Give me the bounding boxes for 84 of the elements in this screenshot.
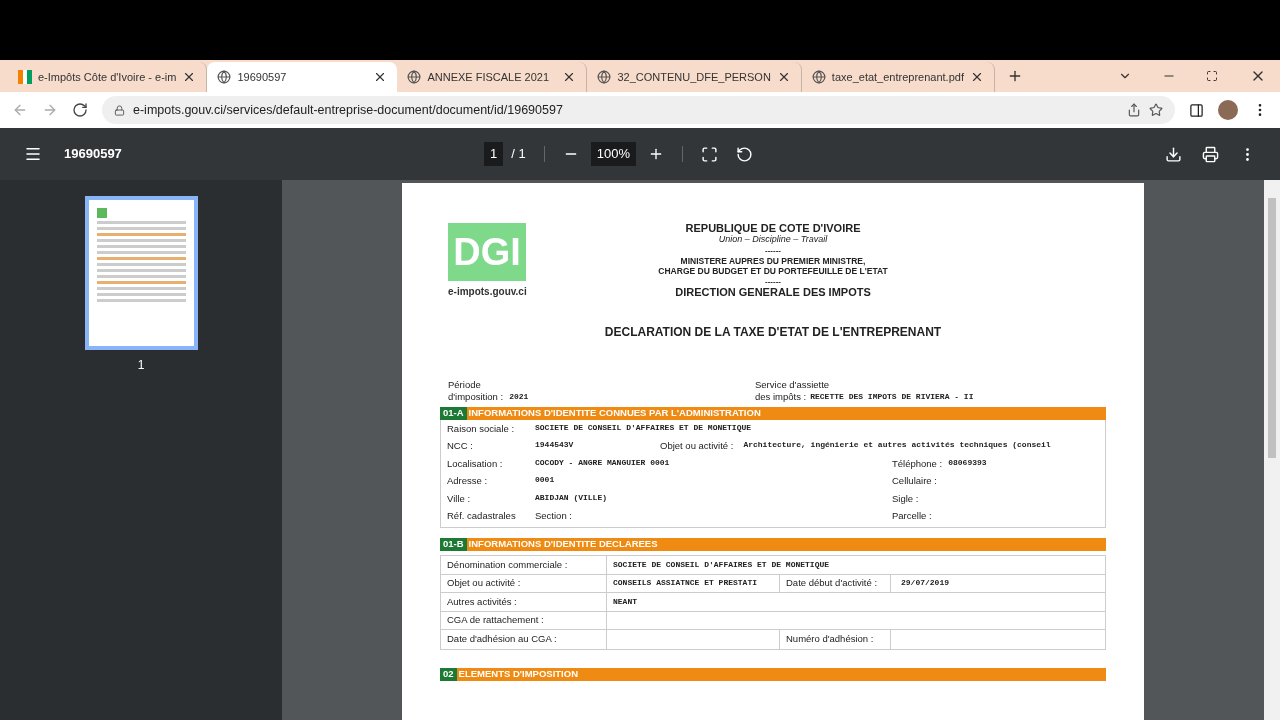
period-label: Période (448, 379, 482, 391)
page-count: / 1 (511, 145, 526, 164)
ministry-line: MINISTERE AUPRES DU PREMIER MINISTRE, (680, 256, 866, 266)
field-label: Section : (535, 509, 572, 524)
globe-icon (811, 70, 826, 84)
direction-heading: DIRECTION GENERALE DES IMPOTS (675, 287, 871, 298)
field-value: SOCIETE DE CONSEIL D'AFFAIRES ET DE MONETIQUE (535, 421, 752, 434)
print-icon[interactable] (1202, 145, 1219, 163)
scrollbar[interactable] (1264, 180, 1280, 720)
table-cell: Date d'adhésion au CGA : (441, 630, 607, 649)
field-label: Sigle : (892, 491, 919, 506)
tab-title: ANNEXE FISCALE 2021 (427, 69, 551, 85)
globe-icon (407, 70, 422, 84)
section-code: 02 (440, 667, 457, 681)
field-label: Cellulaire : (892, 474, 937, 489)
tab-title: 19690597 (237, 69, 288, 85)
dgi-logo: DGI (448, 223, 526, 281)
fit-page-icon[interactable] (700, 145, 718, 163)
table-cell-text: SOCIETE DE CONSEIL D'AFFAIRES ET DE MONETIQUE (612, 558, 831, 571)
field-label: Ville : (447, 491, 472, 506)
period-value: 2021 (509, 391, 529, 403)
field-label: Réf. cadastrales (447, 509, 517, 524)
page-thumbnail[interactable] (84, 196, 198, 350)
service-value: RECETTE DES IMPOTS DE RIVIERA - II (810, 391, 974, 403)
profile-avatar[interactable] (1218, 100, 1238, 120)
globe-icon (597, 70, 612, 84)
document-title: 19690597 (64, 145, 123, 164)
motto: Union – Discipline – Travail (718, 234, 828, 245)
address-bar[interactable]: e-impots.gouv.ci/services/default-entreprise-document/document/id/19690597 (102, 96, 1175, 124)
field-value: Architecture, ingénierie et autres activités techniques (conseil (743, 439, 1051, 452)
separator-text: ------ (765, 276, 781, 287)
section-code: 01-A (440, 407, 467, 420)
period-label: d'imposition : (448, 391, 504, 403)
tab-title: taxe_etat_entreprenant.pdf (831, 69, 964, 85)
field-label: NCC : (447, 439, 474, 454)
side-panel-icon[interactable] (1189, 102, 1204, 118)
section-title: ELEMENTS D'IMPOSITION (457, 666, 579, 681)
menu-icon[interactable] (24, 145, 42, 163)
table-cell: Autres activités : (441, 593, 607, 611)
table-cell: CGA de rattachement : (441, 611, 607, 629)
table-cell: Numéro d'adhésion : (780, 630, 891, 649)
field-value: 0001 (535, 474, 555, 487)
table-cell-text: 29/07/2019 (900, 577, 950, 590)
service-label: des impôts : (755, 391, 807, 403)
browser-tab[interactable]: 19690597 (207, 62, 398, 92)
table-cell: Date début d'activité : (780, 574, 891, 592)
zoom-field[interactable]: 100% (590, 142, 636, 166)
section-title: INFORMATIONS D'IDENTITE CONNUES PAR L'ADMINISTRATION (467, 406, 762, 421)
table-cell: Dénomination commerciale : (441, 556, 607, 574)
table-cell-text: NEANT (612, 595, 638, 608)
field-value: COCODY - ANGRE MANGUIER 0001 (535, 456, 670, 469)
flag-icon (18, 70, 32, 84)
restore-icon[interactable] (1206, 70, 1218, 82)
tab-title: e-Impôts Côte d'Ivoire - e-im (38, 69, 177, 85)
download-icon[interactable] (1165, 145, 1182, 163)
lock-icon (114, 104, 125, 116)
separator-text: ------ (765, 245, 781, 256)
section-title: INFORMATIONS D'IDENTITE DECLAREES (467, 537, 659, 552)
field-label: Téléphone : (892, 456, 943, 471)
field-value: ABIDJAN (VILLE) (535, 491, 607, 504)
ministry-line: CHARGE DU BUDGET ET DU PORTEFEUILLE DE L'ETAT (658, 266, 888, 276)
bookmark-star-icon[interactable] (1149, 103, 1163, 117)
country-heading: REPUBLIQUE DE COTE D'IVOIRE (685, 223, 861, 234)
logo-website: e-impots.gouv.ci (448, 285, 527, 299)
table-cell: Objet ou activité : (441, 574, 607, 592)
globe-icon (217, 70, 232, 84)
tab-title: 32_CONTENU_DFE_PERSON (617, 69, 771, 85)
service-label: Service d'assiette (755, 379, 831, 391)
field-label: Localisation : (447, 456, 504, 471)
url-text: e-impots.gouv.ci/services/default-entreprise-document/document/id/19690597 (133, 101, 564, 119)
page-number-field[interactable]: 1 (484, 142, 504, 166)
thumbnail-label: 1 (137, 357, 145, 374)
field-label: Raison sociale : (447, 421, 516, 436)
field-label: Adresse : (447, 474, 489, 489)
section-code: 01-B (440, 538, 467, 551)
field-value: 08069393 (948, 456, 987, 469)
table-cell: CONSEILS ASSIATNCE ET PRESTATI (607, 574, 780, 592)
field-label: Parcelle : (892, 509, 932, 524)
reload-icon[interactable] (72, 102, 88, 118)
document-title: DECLARATION DE LA TAXE D'ETAT DE L'ENTREPRENANT (603, 324, 943, 341)
rotate-icon[interactable] (735, 145, 753, 163)
field-label: Objet ou activité : (660, 439, 734, 454)
field-value: 1944543V (535, 439, 574, 452)
share-icon[interactable] (1127, 103, 1141, 117)
